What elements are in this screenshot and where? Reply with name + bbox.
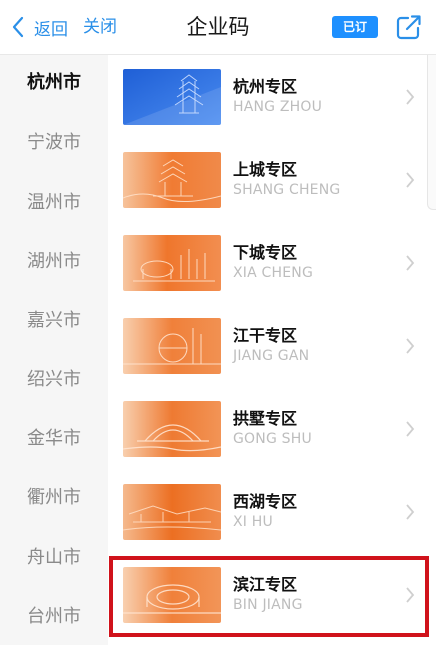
zone-thumbnail (123, 401, 221, 457)
page-title: 企业码 (186, 15, 250, 39)
list-item-xihu[interactable]: 西湖专区 XI HU (108, 470, 426, 553)
zone-pinyin: BIN JIANG (233, 597, 303, 613)
zone-name: 上城专区 (233, 160, 298, 179)
zone-thumbnail (123, 69, 221, 125)
zone-pinyin: SHANG CHENG (233, 182, 341, 198)
chevron-right-icon (404, 337, 416, 355)
zone-thumbnail (123, 235, 221, 291)
sidebar-item-wenzhou[interactable]: 温州市 (0, 183, 108, 223)
zone-pinyin: XI HU (233, 514, 273, 530)
back-button[interactable]: 返回 (8, 14, 68, 40)
zone-pinyin: HANG ZHOU (233, 99, 323, 115)
chevron-right-icon (404, 171, 416, 189)
scrollbar[interactable] (427, 55, 436, 210)
zone-pinyin: GONG SHU (233, 431, 312, 447)
zone-list: 杭州专区 HANG ZHOU 上城专区 SHANG CHENG 下城专区 XIA… (108, 55, 426, 645)
zone-thumbnail (123, 152, 221, 208)
list-item-binjiang[interactable]: 滨江专区 BIN JIANG (108, 553, 426, 636)
zone-name: 江干专区 (233, 326, 298, 345)
chevron-right-icon (404, 503, 416, 521)
zone-name: 下城专区 (233, 243, 298, 262)
sidebar-item-quzhou[interactable]: 衢州市 (0, 478, 108, 518)
top-bar: 返回 关闭 企业码 已订 (0, 0, 436, 55)
zone-name: 杭州专区 (233, 77, 298, 96)
share-icon[interactable] (394, 12, 424, 42)
list-item-gongshu[interactable]: 拱墅专区 GONG SHU (108, 387, 426, 470)
sidebar-item-jinhua[interactable]: 金华市 (0, 419, 108, 459)
chevron-right-icon (404, 420, 416, 438)
list-item-xiacheng[interactable]: 下城专区 XIA CHENG (108, 221, 426, 304)
zone-name: 西湖专区 (233, 492, 298, 511)
chevron-left-icon (8, 14, 28, 40)
zone-name: 拱墅专区 (233, 409, 298, 428)
sidebar-item-jiaxing[interactable]: 嘉兴市 (0, 301, 108, 341)
city-sidebar: 杭州市 宁波市 温州市 湖州市 嘉兴市 绍兴市 金华市 衢州市 舟山市 台州市 (0, 55, 108, 645)
zone-name: 滨江专区 (233, 575, 298, 594)
sidebar-item-hangzhou[interactable]: 杭州市 (0, 63, 108, 103)
chevron-right-icon (404, 88, 416, 106)
sidebar-item-huzhou[interactable]: 湖州市 (0, 242, 108, 282)
sidebar-item-ningbo[interactable]: 宁波市 (0, 123, 108, 163)
chevron-right-icon (404, 586, 416, 604)
zone-pinyin: JIANG GAN (233, 348, 310, 364)
close-button[interactable]: 关闭 (83, 14, 117, 40)
sidebar-item-shaoxing[interactable]: 绍兴市 (0, 360, 108, 400)
list-item-shangcheng[interactable]: 上城专区 SHANG CHENG (108, 138, 426, 221)
subscribed-button[interactable]: 已订 (332, 16, 378, 38)
list-item-jianggan[interactable]: 江干专区 JIANG GAN (108, 304, 426, 387)
zone-pinyin: XIA CHENG (233, 265, 314, 281)
zone-thumbnail (123, 484, 221, 540)
chevron-right-icon (404, 254, 416, 272)
zone-thumbnail (123, 567, 221, 623)
list-item-hangzhou[interactable]: 杭州专区 HANG ZHOU (108, 55, 426, 138)
sidebar-item-taizhou[interactable]: 台州市 (0, 597, 108, 637)
back-label: 返回 (34, 19, 68, 40)
sidebar-item-zhoushan[interactable]: 舟山市 (0, 538, 108, 578)
zone-thumbnail (123, 318, 221, 374)
